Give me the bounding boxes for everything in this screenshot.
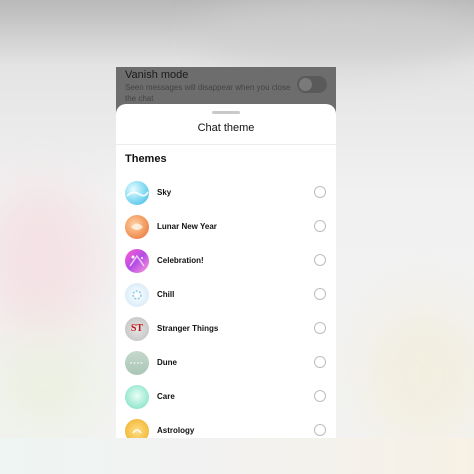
background-blur: [200, 0, 474, 70]
vanish-mode-toggle[interactable]: [297, 76, 327, 93]
theme-row-dune[interactable]: Dune: [116, 346, 336, 380]
theme-row-astrology[interactable]: Astrology: [116, 414, 336, 438]
vanish-mode-title: Vanish mode: [125, 69, 189, 81]
vanish-mode-description: Seen messages will disappear when you cl…: [125, 83, 291, 103]
background-blur: [0, 330, 100, 440]
background-strip: [0, 438, 474, 474]
theme-radio[interactable]: [314, 254, 326, 266]
sheet-grabber[interactable]: [212, 111, 240, 114]
theme-label: Astrology: [157, 426, 195, 435]
theme-radio[interactable]: [314, 186, 326, 198]
theme-row-care[interactable]: Care: [116, 380, 336, 414]
theme-radio[interactable]: [314, 220, 326, 232]
theme-label: Care: [157, 392, 175, 401]
sky-theme-icon: [125, 181, 149, 205]
astrology-theme-icon: [125, 419, 149, 438]
theme-label: Celebration!: [157, 256, 204, 265]
theme-radio[interactable]: [314, 322, 326, 334]
theme-radio[interactable]: [314, 424, 326, 436]
phone-screen: Vanish mode Seen messages will disappear…: [116, 67, 336, 438]
sheet-title: Chat theme: [197, 122, 255, 134]
theme-row-chill[interactable]: Chill: [116, 278, 336, 312]
background-blur: [360, 300, 474, 450]
celebration-theme-icon: [125, 249, 149, 273]
care-theme-icon: [125, 385, 149, 409]
background-blur: [0, 180, 100, 340]
toggle-knob: [299, 78, 312, 91]
theme-label: Chill: [157, 290, 175, 299]
theme-row-celebration[interactable]: Celebration!: [116, 244, 336, 278]
theme-radio[interactable]: [314, 288, 326, 300]
theme-label: Sky: [157, 188, 172, 197]
theme-label: Stranger Things: [157, 324, 219, 333]
theme-label: Dune: [157, 358, 177, 367]
theme-row-sky[interactable]: Sky: [116, 176, 336, 210]
stranger-things-badge: ST: [130, 323, 144, 334]
divider: [116, 144, 336, 145]
theme-row-stranger-things[interactable]: ST Stranger Things: [116, 312, 336, 346]
chat-theme-sheet: Chat theme Themes Sky Lunar New Year Cel…: [116, 104, 336, 438]
themes-section-title: Themes: [125, 153, 167, 165]
lunar-new-year-theme-icon: [125, 215, 149, 239]
theme-row-lunar-new-year[interactable]: Lunar New Year: [116, 210, 336, 244]
theme-radio[interactable]: [314, 390, 326, 402]
dune-theme-icon: [125, 351, 149, 375]
theme-radio[interactable]: [314, 356, 326, 368]
theme-label: Lunar New Year: [157, 222, 217, 231]
chill-theme-icon: [125, 283, 149, 307]
stranger-things-theme-icon: ST: [125, 317, 149, 341]
